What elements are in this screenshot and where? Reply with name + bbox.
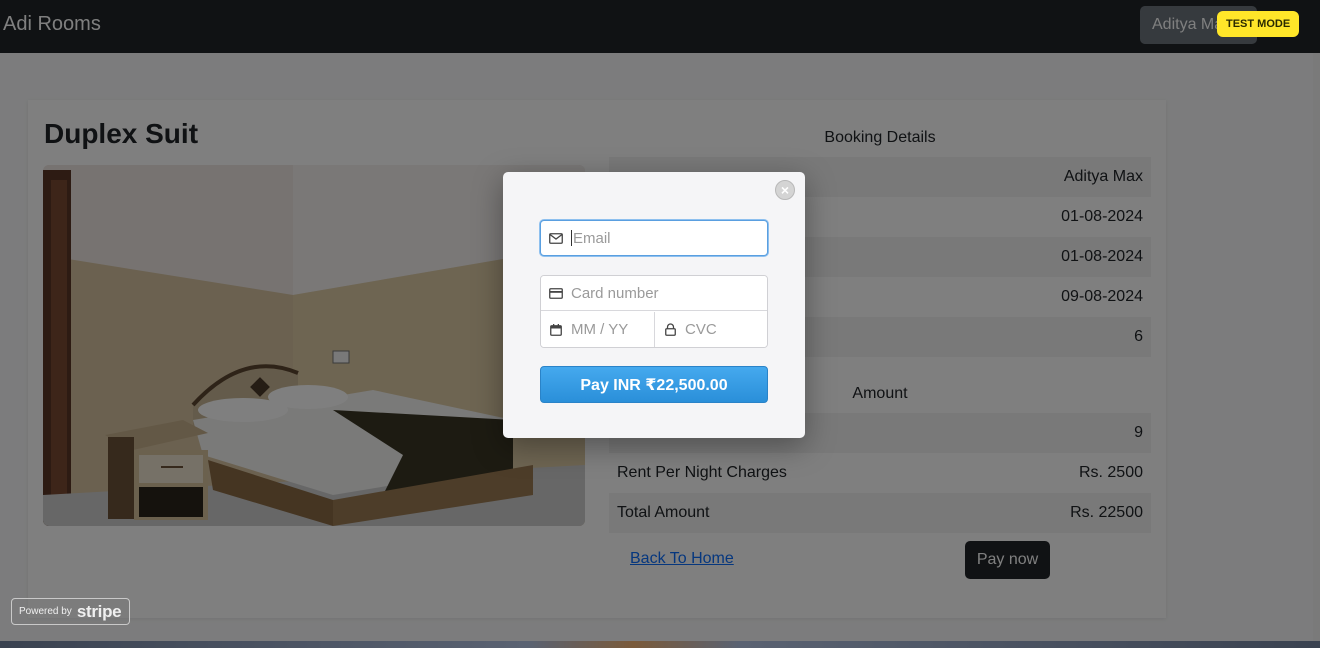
test-mode-badge: TEST MODE — [1217, 11, 1300, 37]
taskbar-strip — [0, 641, 1320, 648]
mail-icon — [541, 232, 571, 244]
pay-inr-button[interactable]: Pay INR ₹22,500.00 — [540, 366, 768, 403]
card-details-group: Card number MM / YY CVC — [540, 275, 768, 348]
stripe-logo: stripe — [76, 601, 122, 621]
lock-icon — [655, 323, 685, 336]
powered-by-label: Powered by — [19, 606, 72, 617]
expiry-field[interactable]: MM / YY — [541, 312, 655, 347]
expiry-placeholder: MM / YY — [571, 321, 629, 338]
card-number-field[interactable]: Card number — [541, 276, 767, 311]
email-placeholder: Email — [573, 229, 611, 247]
text-cursor — [571, 230, 572, 246]
stripe-checkout-modal: × Email Card number MM / YY CVC Pay INR — [503, 172, 805, 438]
email-field[interactable]: Email — [540, 220, 768, 256]
cvc-field[interactable]: CVC — [655, 312, 767, 347]
credit-card-icon — [541, 287, 571, 299]
card-number-placeholder: Card number — [571, 284, 659, 302]
close-icon[interactable]: × — [775, 180, 795, 200]
powered-by-stripe-badge[interactable]: Powered by stripe — [11, 598, 130, 625]
calendar-icon — [541, 323, 571, 336]
cvc-placeholder: CVC — [685, 321, 717, 338]
